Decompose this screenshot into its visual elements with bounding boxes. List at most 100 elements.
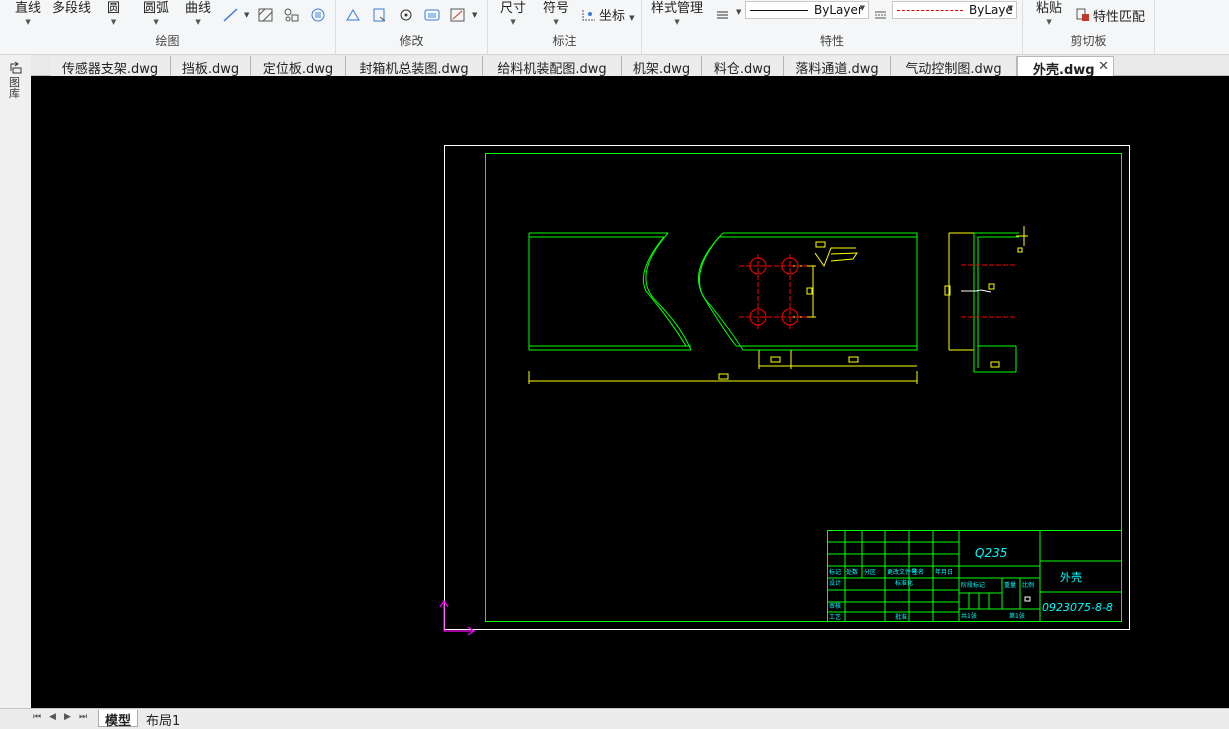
arc-label: 圆弧: [143, 1, 170, 16]
symbol-label: 符号: [543, 1, 570, 16]
style-manager-label: 样式管理: [651, 1, 704, 16]
hatch-icon[interactable]: [257, 7, 275, 23]
file-tab[interactable]: 封箱机总装图.dwg: [346, 56, 483, 77]
style-manager-button[interactable]: 样式管理 ▼: [651, 0, 703, 26]
chevron-down-icon: ▼: [859, 4, 865, 12]
linetype-select[interactable]: ByLayer ▼: [745, 1, 869, 19]
array-icon[interactable]: [449, 7, 467, 23]
match-properties-button[interactable]: 特性匹配: [1093, 6, 1145, 25]
coordinate-button[interactable]: 坐标 ▼: [599, 5, 635, 24]
last-page-icon[interactable]: ⏭: [79, 712, 87, 722]
polyline-button[interactable]: 多段线: [52, 0, 91, 16]
chevron-down-icon[interactable]: ▼: [736, 8, 741, 16]
file-tab[interactable]: 气动控制图.dwg: [891, 56, 1017, 77]
file-tab-label: 料仓.dwg: [713, 62, 772, 77]
gallery-panel-label[interactable]: 图库: [9, 77, 23, 99]
chevron-down-icon: ▼: [629, 14, 635, 22]
front-view: [528, 232, 918, 384]
file-tab[interactable]: 传感器支架.dwg: [50, 56, 171, 77]
drawing-canvas[interactable]: 标记 处数 分区 更改文件号 签名 年月日 设计 标准化 阶段标记 重量 比例 …: [31, 76, 1229, 708]
model-tab[interactable]: 模型: [98, 710, 139, 729]
linecolor-value: ByLaye: [969, 3, 1013, 17]
symbol-button[interactable]: 符号 ▼: [543, 0, 569, 26]
file-tab-label: 落料通道.dwg: [795, 62, 879, 77]
modify-group: ▼ 修改: [336, 0, 488, 55]
file-tab[interactable]: 落料通道.dwg: [784, 56, 891, 77]
region-icon[interactable]: [309, 7, 327, 23]
tb-sheet: 第1张: [1009, 612, 1025, 620]
file-tab-active[interactable]: 外壳.dwg ✕: [1017, 56, 1114, 78]
tb-scale: 比例: [1022, 581, 1034, 589]
chevron-down-icon[interactable]: ▼: [244, 11, 249, 19]
mirror-icon[interactable]: [423, 7, 441, 23]
properties-group-label: 特性: [819, 34, 844, 48]
chevron-down-icon: ▼: [510, 18, 516, 26]
move-icon[interactable]: [345, 7, 363, 23]
dimension-label: 尺寸: [500, 1, 527, 16]
annotate-group-label: 标注: [552, 34, 577, 48]
tb-stage: 阶段标记: [961, 581, 985, 589]
file-tab-bar: 传感器支架.dwg 挡板.dwg 定位板.dwg 封箱机总装图.dwg 给料机装…: [0, 55, 1229, 78]
file-tab[interactable]: 挡板.dwg: [171, 56, 251, 77]
file-tab[interactable]: 料仓.dwg: [702, 56, 784, 77]
file-tab[interactable]: 定位板.dwg: [251, 56, 346, 77]
side-view: [944, 226, 1028, 373]
clipboard-group: 粘贴 ▼ 特性匹配 剪切板: [1023, 0, 1155, 55]
curve-label: 曲线: [185, 1, 212, 16]
chevron-down-icon[interactable]: ▼: [472, 11, 477, 19]
line-button[interactable]: 直线 ▼: [15, 0, 41, 26]
tb-process: 工艺: [829, 613, 841, 621]
next-page-icon[interactable]: ▶: [64, 712, 71, 722]
circle-button[interactable]: 圆 ▼: [107, 0, 120, 26]
file-tab[interactable]: 机架.dwg: [622, 56, 702, 77]
arc-button[interactable]: 圆弧 ▼: [143, 0, 169, 26]
curve-button[interactable]: 曲线 ▼: [185, 0, 211, 26]
part-name-text: 外壳: [1060, 570, 1082, 584]
chevron-down-icon: ▼: [553, 18, 559, 26]
tb-sign: 签名: [912, 568, 924, 576]
linetype-sample: [750, 10, 808, 11]
paste-label: 粘贴: [1036, 1, 1063, 16]
tb-standard: 标准化: [895, 579, 913, 587]
layout-tab-bar: ⏮ ◀ ▶ ⏭ 模型 布局1: [0, 708, 1229, 729]
prev-page-icon[interactable]: ◀: [49, 712, 56, 722]
chevron-down-icon: ▼: [1046, 18, 1052, 26]
coordinate-label: 坐标: [599, 9, 626, 24]
clipboard-group-label: 剪切板: [1070, 34, 1107, 48]
draw-group: 直线 ▼ 多段线 圆 ▼ 圆弧 ▼ 曲线 ▼ ▼ 绘图: [0, 0, 336, 55]
tb-date: 年月日: [935, 568, 953, 576]
match-properties-label: 特性匹配: [1093, 10, 1146, 25]
chevron-down-icon: ▼: [195, 18, 201, 26]
linestyle-icon[interactable]: [872, 7, 890, 23]
gallery-icon[interactable]: [9, 61, 23, 75]
coordinate-icon[interactable]: [580, 7, 598, 23]
layout1-tab[interactable]: 布局1: [140, 710, 186, 729]
match-properties-icon[interactable]: [1074, 7, 1092, 23]
tb-total-sheets: 共1张: [961, 612, 977, 620]
block-icon[interactable]: [283, 7, 301, 23]
linecolor-select[interactable]: ByLaye ▼: [892, 1, 1017, 19]
tb-review: 审核: [829, 602, 841, 610]
close-icon[interactable]: ✕: [1098, 59, 1109, 74]
file-tab-label: 给料机装配图.dwg: [497, 62, 607, 77]
chevron-down-icon: ▼: [153, 18, 159, 26]
file-tab[interactable]: 给料机装配图.dwg: [483, 56, 622, 77]
draw-group-label: 绘图: [155, 34, 180, 48]
chevron-down-icon: ▼: [1007, 4, 1013, 12]
line-tool-icon[interactable]: [222, 7, 240, 23]
file-tab-label: 机架.dwg: [632, 62, 691, 77]
first-page-icon[interactable]: ⏮: [33, 712, 41, 722]
drawing-number-text: 0923075-8-8: [1042, 601, 1113, 614]
rotate-icon[interactable]: [397, 7, 415, 23]
lineweight-icon[interactable]: [714, 7, 732, 23]
chevron-down-icon: ▼: [110, 18, 117, 26]
copy-icon[interactable]: [371, 7, 389, 23]
tb-zone: 分区: [864, 568, 876, 576]
polyline-label: 多段线: [52, 1, 92, 16]
material-text: Q235: [975, 546, 1007, 560]
dimension-button[interactable]: 尺寸 ▼: [500, 0, 526, 26]
line-label: 直线: [15, 1, 42, 16]
linetype-value: ByLayer: [814, 3, 863, 17]
paste-button[interactable]: 粘贴 ▼: [1036, 0, 1062, 26]
annotate-group: 尺寸 ▼ 符号 ▼ 坐标 ▼ 标注: [488, 0, 642, 55]
